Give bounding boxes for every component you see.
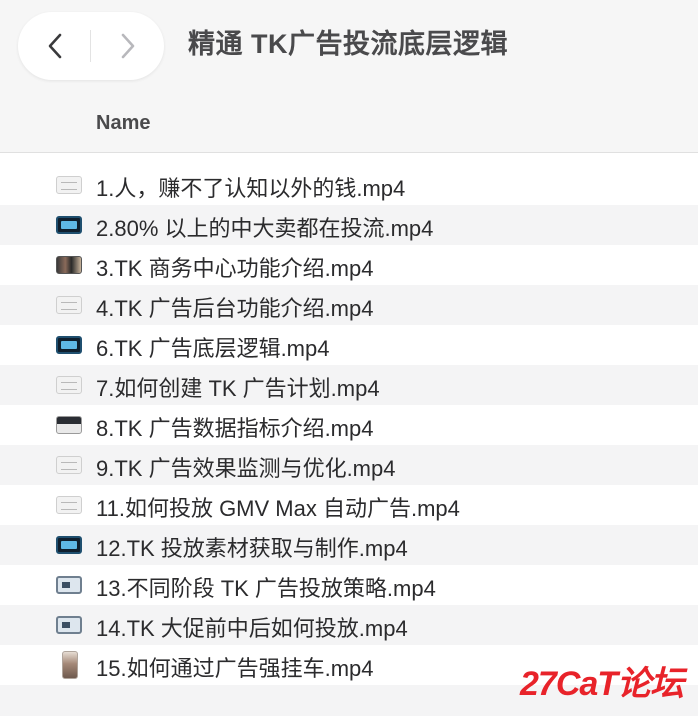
file-name: 15.如何通过广告强挂车.mp4 <box>96 656 374 681</box>
file-list: 1.人，赚不了认知以外的钱.mp4 2.80% 以上的中大卖都在投流.mp4 3.T… <box>0 165 698 685</box>
file-row[interactable]: 9.TK 广告效果监测与优化.mp4 <box>0 445 698 485</box>
video-thumbnail-icon <box>56 616 82 634</box>
file-name: 2.80% 以上的中大卖都在投流.mp4 <box>96 216 434 241</box>
file-row[interactable]: 8.TK 广告数据指标介绍.mp4 <box>0 405 698 445</box>
forward-button[interactable] <box>91 12 164 80</box>
video-thumbnail-icon <box>56 576 82 594</box>
watermark-logo: 27CaT论坛 <box>520 665 684 703</box>
file-name: 14.TK 大促前中后如何投放.mp4 <box>96 616 408 641</box>
file-name: 9.TK 广告效果监测与优化.mp4 <box>96 456 396 481</box>
file-row[interactable]: 12.TK 投放素材获取与制作.mp4 <box>0 525 698 565</box>
file-row[interactable]: 13.不同阶段 TK 广告投放策略.mp4 <box>0 565 698 605</box>
file-row[interactable]: 14.TK 大促前中后如何投放.mp4 <box>0 605 698 645</box>
file-name: 6.TK 广告底层逻辑.mp4 <box>96 336 330 361</box>
toolbar: 精通 TK广告投流底层逻辑 <box>0 0 698 96</box>
file-name: 12.TK 投放素材获取与制作.mp4 <box>96 536 408 561</box>
file-row[interactable]: 7.如何创建 TK 广告计划.mp4 <box>0 365 698 405</box>
file-row[interactable]: 4.TK 广告后台功能介绍.mp4 <box>0 285 698 325</box>
back-button[interactable] <box>18 12 91 80</box>
video-thumbnail-icon <box>56 496 82 514</box>
video-thumbnail-icon <box>56 336 82 354</box>
file-name: 7.如何创建 TK 广告计划.mp4 <box>96 376 380 401</box>
file-name: 3.TK 商务中心功能介绍.mp4 <box>96 256 374 281</box>
column-header: Name <box>0 96 698 153</box>
file-row[interactable]: 3.TK 商务中心功能介绍.mp4 <box>0 245 698 285</box>
video-thumbnail-icon <box>56 256 82 274</box>
file-row[interactable]: 2.80% 以上的中大卖都在投流.mp4 <box>0 205 698 245</box>
video-thumbnail-icon <box>56 456 82 474</box>
file-name: 1.人，赚不了认知以外的钱.mp4 <box>96 176 406 201</box>
video-thumbnail-icon <box>56 216 82 234</box>
file-row[interactable]: 11.如何投放 GMV Max 自动广告.mp4 <box>0 485 698 525</box>
navigation-controls <box>18 12 164 80</box>
video-thumbnail-icon <box>56 416 82 434</box>
chevron-left-icon <box>48 33 61 59</box>
name-column-header[interactable]: Name <box>96 112 150 135</box>
video-thumbnail-icon <box>62 651 78 679</box>
file-row[interactable]: 6.TK 广告底层逻辑.mp4 <box>0 325 698 365</box>
file-name: 11.如何投放 GMV Max 自动广告.mp4 <box>96 496 460 521</box>
video-thumbnail-icon <box>56 176 82 194</box>
file-name: 8.TK 广告数据指标介绍.mp4 <box>96 416 374 441</box>
file-row[interactable]: 1.人，赚不了认知以外的钱.mp4 <box>0 165 698 205</box>
file-name: 13.不同阶段 TK 广告投放策略.mp4 <box>96 576 436 601</box>
chevron-right-icon <box>121 33 134 59</box>
video-thumbnail-icon <box>56 376 82 394</box>
window-title: 精通 TK广告投流底层逻辑 <box>188 29 508 59</box>
video-thumbnail-icon <box>56 296 82 314</box>
video-thumbnail-icon <box>56 536 82 554</box>
file-name: 4.TK 广告后台功能介绍.mp4 <box>96 296 374 321</box>
